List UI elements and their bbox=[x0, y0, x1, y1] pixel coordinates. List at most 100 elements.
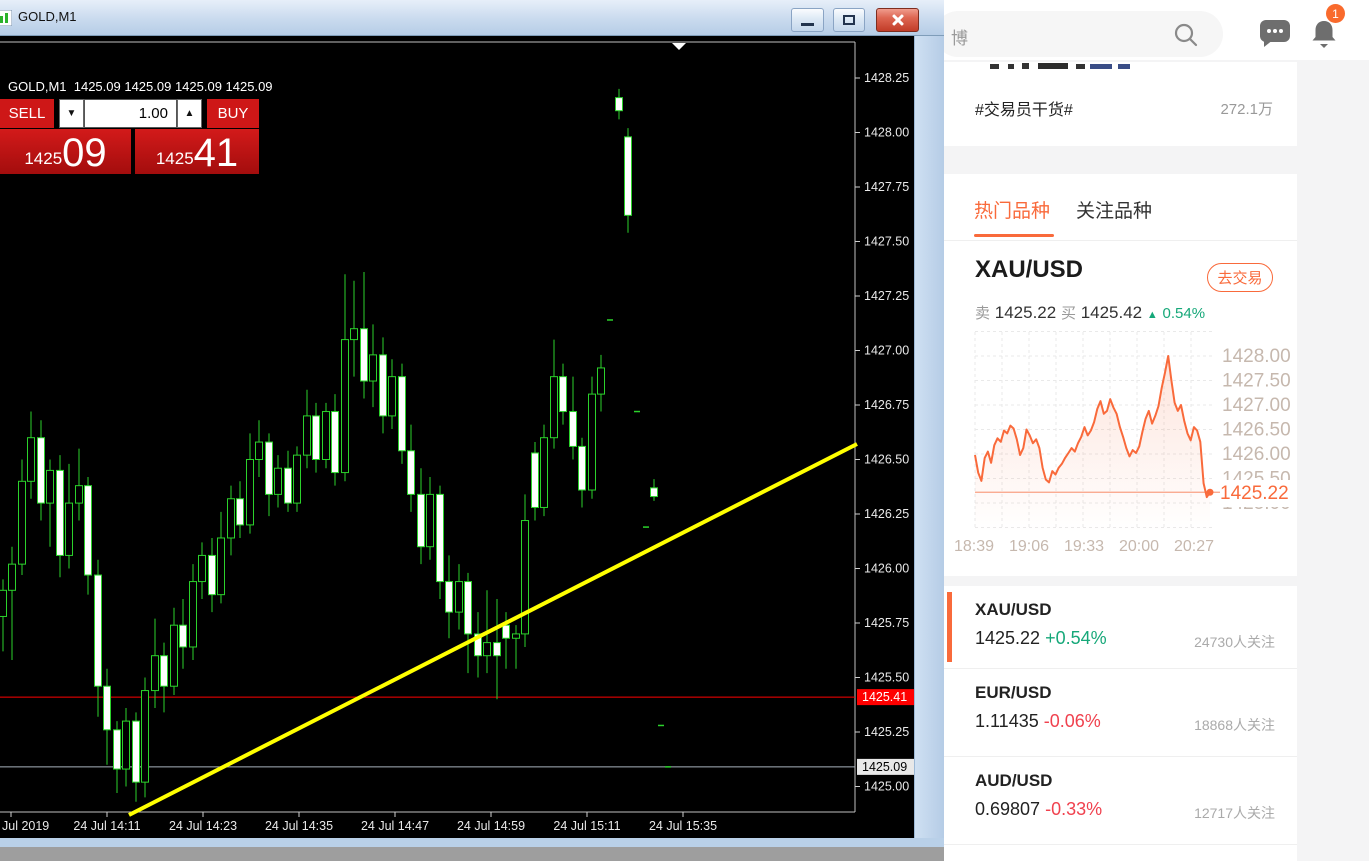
sell-button[interactable]: SELL bbox=[0, 99, 54, 128]
volume-input[interactable] bbox=[84, 99, 177, 128]
svg-text:1426.00: 1426.00 bbox=[1222, 444, 1291, 465]
buy-button[interactable]: BUY bbox=[207, 99, 259, 128]
row-symbol: AUD/USD bbox=[975, 771, 1053, 790]
chevron-down-icon: ▼ bbox=[66, 108, 77, 119]
svg-text:24 Jul 14:35: 24 Jul 14:35 bbox=[265, 819, 333, 833]
hot-symbols-card: 热门品种 关注品种 XAU/USD 去交易 卖 1425.22 买 1425.4… bbox=[930, 174, 1297, 576]
sell-label: 卖 bbox=[975, 305, 991, 322]
row-price: 1425.22 bbox=[975, 628, 1041, 648]
svg-text:1425.25: 1425.25 bbox=[864, 725, 909, 739]
mt4-chart-window: GOLD,M1 1428.25 1428.00 1427.75 1427.50 1427… bbox=[0, 0, 944, 847]
row-followers: 18868人关注 bbox=[1194, 717, 1275, 733]
sell-price-button[interactable]: 1425 09 bbox=[0, 129, 131, 174]
svg-text:24 Jul 14:11: 24 Jul 14:11 bbox=[73, 819, 140, 833]
svg-text:1427.00: 1427.00 bbox=[864, 344, 909, 358]
window-right-border bbox=[914, 36, 944, 838]
current-price-tag: 1425.22 bbox=[1220, 480, 1297, 507]
window-title: GOLD,M1 bbox=[18, 9, 77, 24]
watchlist-row-audusd[interactable]: AUD/USD 0.69807 -0.33% 12717人关注 bbox=[930, 757, 1297, 839]
svg-text:1428.25: 1428.25 bbox=[864, 71, 909, 85]
svg-text:1425.00: 1425.00 bbox=[864, 780, 909, 794]
svg-text:24 Jul 14:47: 24 Jul 14:47 bbox=[361, 819, 429, 833]
row-symbol: EUR/USD bbox=[975, 683, 1052, 702]
change-percent: 0.54% bbox=[1162, 305, 1206, 322]
svg-text:1426.75: 1426.75 bbox=[864, 398, 909, 412]
volume-increment-button[interactable]: ▲ bbox=[177, 99, 202, 128]
tab-watched-symbols[interactable]: 关注品种 bbox=[1076, 196, 1152, 223]
buy-price-pips: 41 bbox=[193, 131, 239, 175]
chevron-up-icon: ▲ bbox=[184, 108, 195, 119]
selected-row-indicator bbox=[947, 592, 952, 662]
svg-text:24 Jul 15:11: 24 Jul 15:11 bbox=[553, 819, 620, 833]
svg-text:1426.50: 1426.50 bbox=[1222, 420, 1291, 441]
svg-text:24 Jul 14:23: 24 Jul 14:23 bbox=[169, 819, 237, 833]
volume-decrement-button[interactable]: ▼ bbox=[59, 99, 84, 128]
watchlist-card: XAU/USD 1425.22 +0.54% 24730人关注 EUR/USD … bbox=[930, 586, 1297, 861]
row-change: +0.54% bbox=[1045, 628, 1107, 648]
chart-client-area[interactable]: 1428.25 1428.00 1427.75 1427.50 1427.25 1427.… bbox=[0, 36, 915, 838]
sell-price: 1425.22 bbox=[994, 303, 1057, 322]
svg-text:1427.25: 1427.25 bbox=[864, 289, 909, 303]
watchlist-row-xauusd[interactable]: XAU/USD 1425.22 +0.54% 24730人关注 bbox=[930, 586, 1297, 668]
svg-text:1427.75: 1427.75 bbox=[864, 180, 909, 194]
search-text: 博 bbox=[951, 29, 968, 48]
active-tab-underline bbox=[974, 234, 1054, 237]
sell-price-main: 1425 bbox=[24, 149, 63, 168]
svg-text:18:39: 18:39 bbox=[954, 538, 994, 555]
search-icon[interactable] bbox=[1171, 22, 1201, 48]
notification-badge: 1 bbox=[1326, 4, 1345, 23]
buy-price: 1425.42 bbox=[1080, 303, 1143, 322]
svg-text:24 Jul 15:35: 24 Jul 15:35 bbox=[649, 819, 717, 833]
top-search-bar: 博 1 bbox=[930, 0, 1369, 60]
topic-link[interactable]: #交易员干货# bbox=[975, 96, 1073, 120]
watchlist-row-eurusd[interactable]: EUR/USD 1.11435 -0.06% 18868人关注 bbox=[930, 669, 1297, 751]
svg-text:1426.00: 1426.00 bbox=[864, 562, 909, 576]
ohlc-readout: GOLD,M1 1425.09 1425.09 1425.09 1425.09 bbox=[8, 79, 273, 94]
row-followers: 24730人关注 bbox=[1194, 634, 1275, 650]
window-bottom-border bbox=[0, 838, 944, 847]
messages-icon[interactable] bbox=[1258, 18, 1292, 48]
svg-text:1425.41: 1425.41 bbox=[862, 690, 907, 704]
svg-text:1428.00: 1428.00 bbox=[864, 126, 909, 140]
svg-text:20:27: 20:27 bbox=[1174, 538, 1214, 555]
row-price: 1.11435 bbox=[975, 711, 1039, 731]
svg-text:1426.50: 1426.50 bbox=[864, 453, 909, 467]
minimize-button[interactable] bbox=[791, 8, 824, 32]
change-up-icon: ▲ bbox=[1146, 309, 1158, 321]
svg-text:1425.09: 1425.09 bbox=[862, 760, 907, 774]
svg-text:24 Jul 14:59: 24 Jul 14:59 bbox=[457, 819, 525, 833]
svg-text:1426.25: 1426.25 bbox=[864, 507, 909, 521]
buy-label: 买 bbox=[1060, 305, 1076, 322]
buy-price-button[interactable]: 1425 41 bbox=[135, 129, 259, 174]
row-change: -0.06% bbox=[1043, 711, 1101, 731]
row-price: 0.69807 bbox=[975, 799, 1041, 819]
hot-topics-card: #交易员干货# 272.1万 bbox=[930, 62, 1297, 146]
svg-text:20:00: 20:00 bbox=[1119, 538, 1159, 555]
quote-bid-ask-row: 卖 1425.22 买 1425.42 ▲ 0.54% bbox=[975, 302, 1205, 323]
svg-text:1428.00: 1428.00 bbox=[1222, 346, 1291, 367]
mini-price-chart[interactable]: 1428.00 1427.50 1427.00 1426.50 1426.00 1425.… bbox=[930, 330, 1369, 570]
desktop-background-strip bbox=[0, 847, 944, 861]
sell-price-pips: 09 bbox=[62, 131, 107, 175]
svg-text:1427.00: 1427.00 bbox=[1222, 395, 1291, 416]
maximize-button[interactable] bbox=[833, 8, 865, 32]
close-button[interactable] bbox=[876, 8, 919, 32]
quote-symbol: XAU/USD bbox=[975, 256, 1084, 283]
svg-text:19:06: 19:06 bbox=[1009, 538, 1049, 555]
svg-text:1427.50: 1427.50 bbox=[864, 235, 909, 249]
row-symbol: XAU/USD bbox=[975, 600, 1052, 619]
tab-hot-symbols[interactable]: 热门品种 bbox=[974, 196, 1050, 223]
row-followers: 12717人关注 bbox=[1194, 805, 1275, 821]
go-trade-button[interactable]: 去交易 bbox=[1207, 263, 1273, 292]
quote-side-panel: 博 1 #交易员干货# 272.1万 热门品种 关注品种 XAU/USD 去交易… bbox=[930, 0, 1369, 861]
buy-price-main: 1425 bbox=[155, 149, 194, 168]
chart-window-icon bbox=[0, 10, 12, 26]
svg-text:1427.50: 1427.50 bbox=[1222, 371, 1291, 392]
topic-view-count: 272.1万 bbox=[1220, 101, 1273, 118]
row-change: -0.33% bbox=[1045, 799, 1103, 819]
window-titlebar[interactable]: GOLD,M1 bbox=[0, 0, 944, 36]
svg-text:Jul 2019: Jul 2019 bbox=[2, 819, 49, 833]
svg-text:19:33: 19:33 bbox=[1064, 538, 1104, 555]
svg-text:1425.75: 1425.75 bbox=[864, 616, 909, 630]
search-input[interactable]: 博 bbox=[935, 11, 1223, 57]
